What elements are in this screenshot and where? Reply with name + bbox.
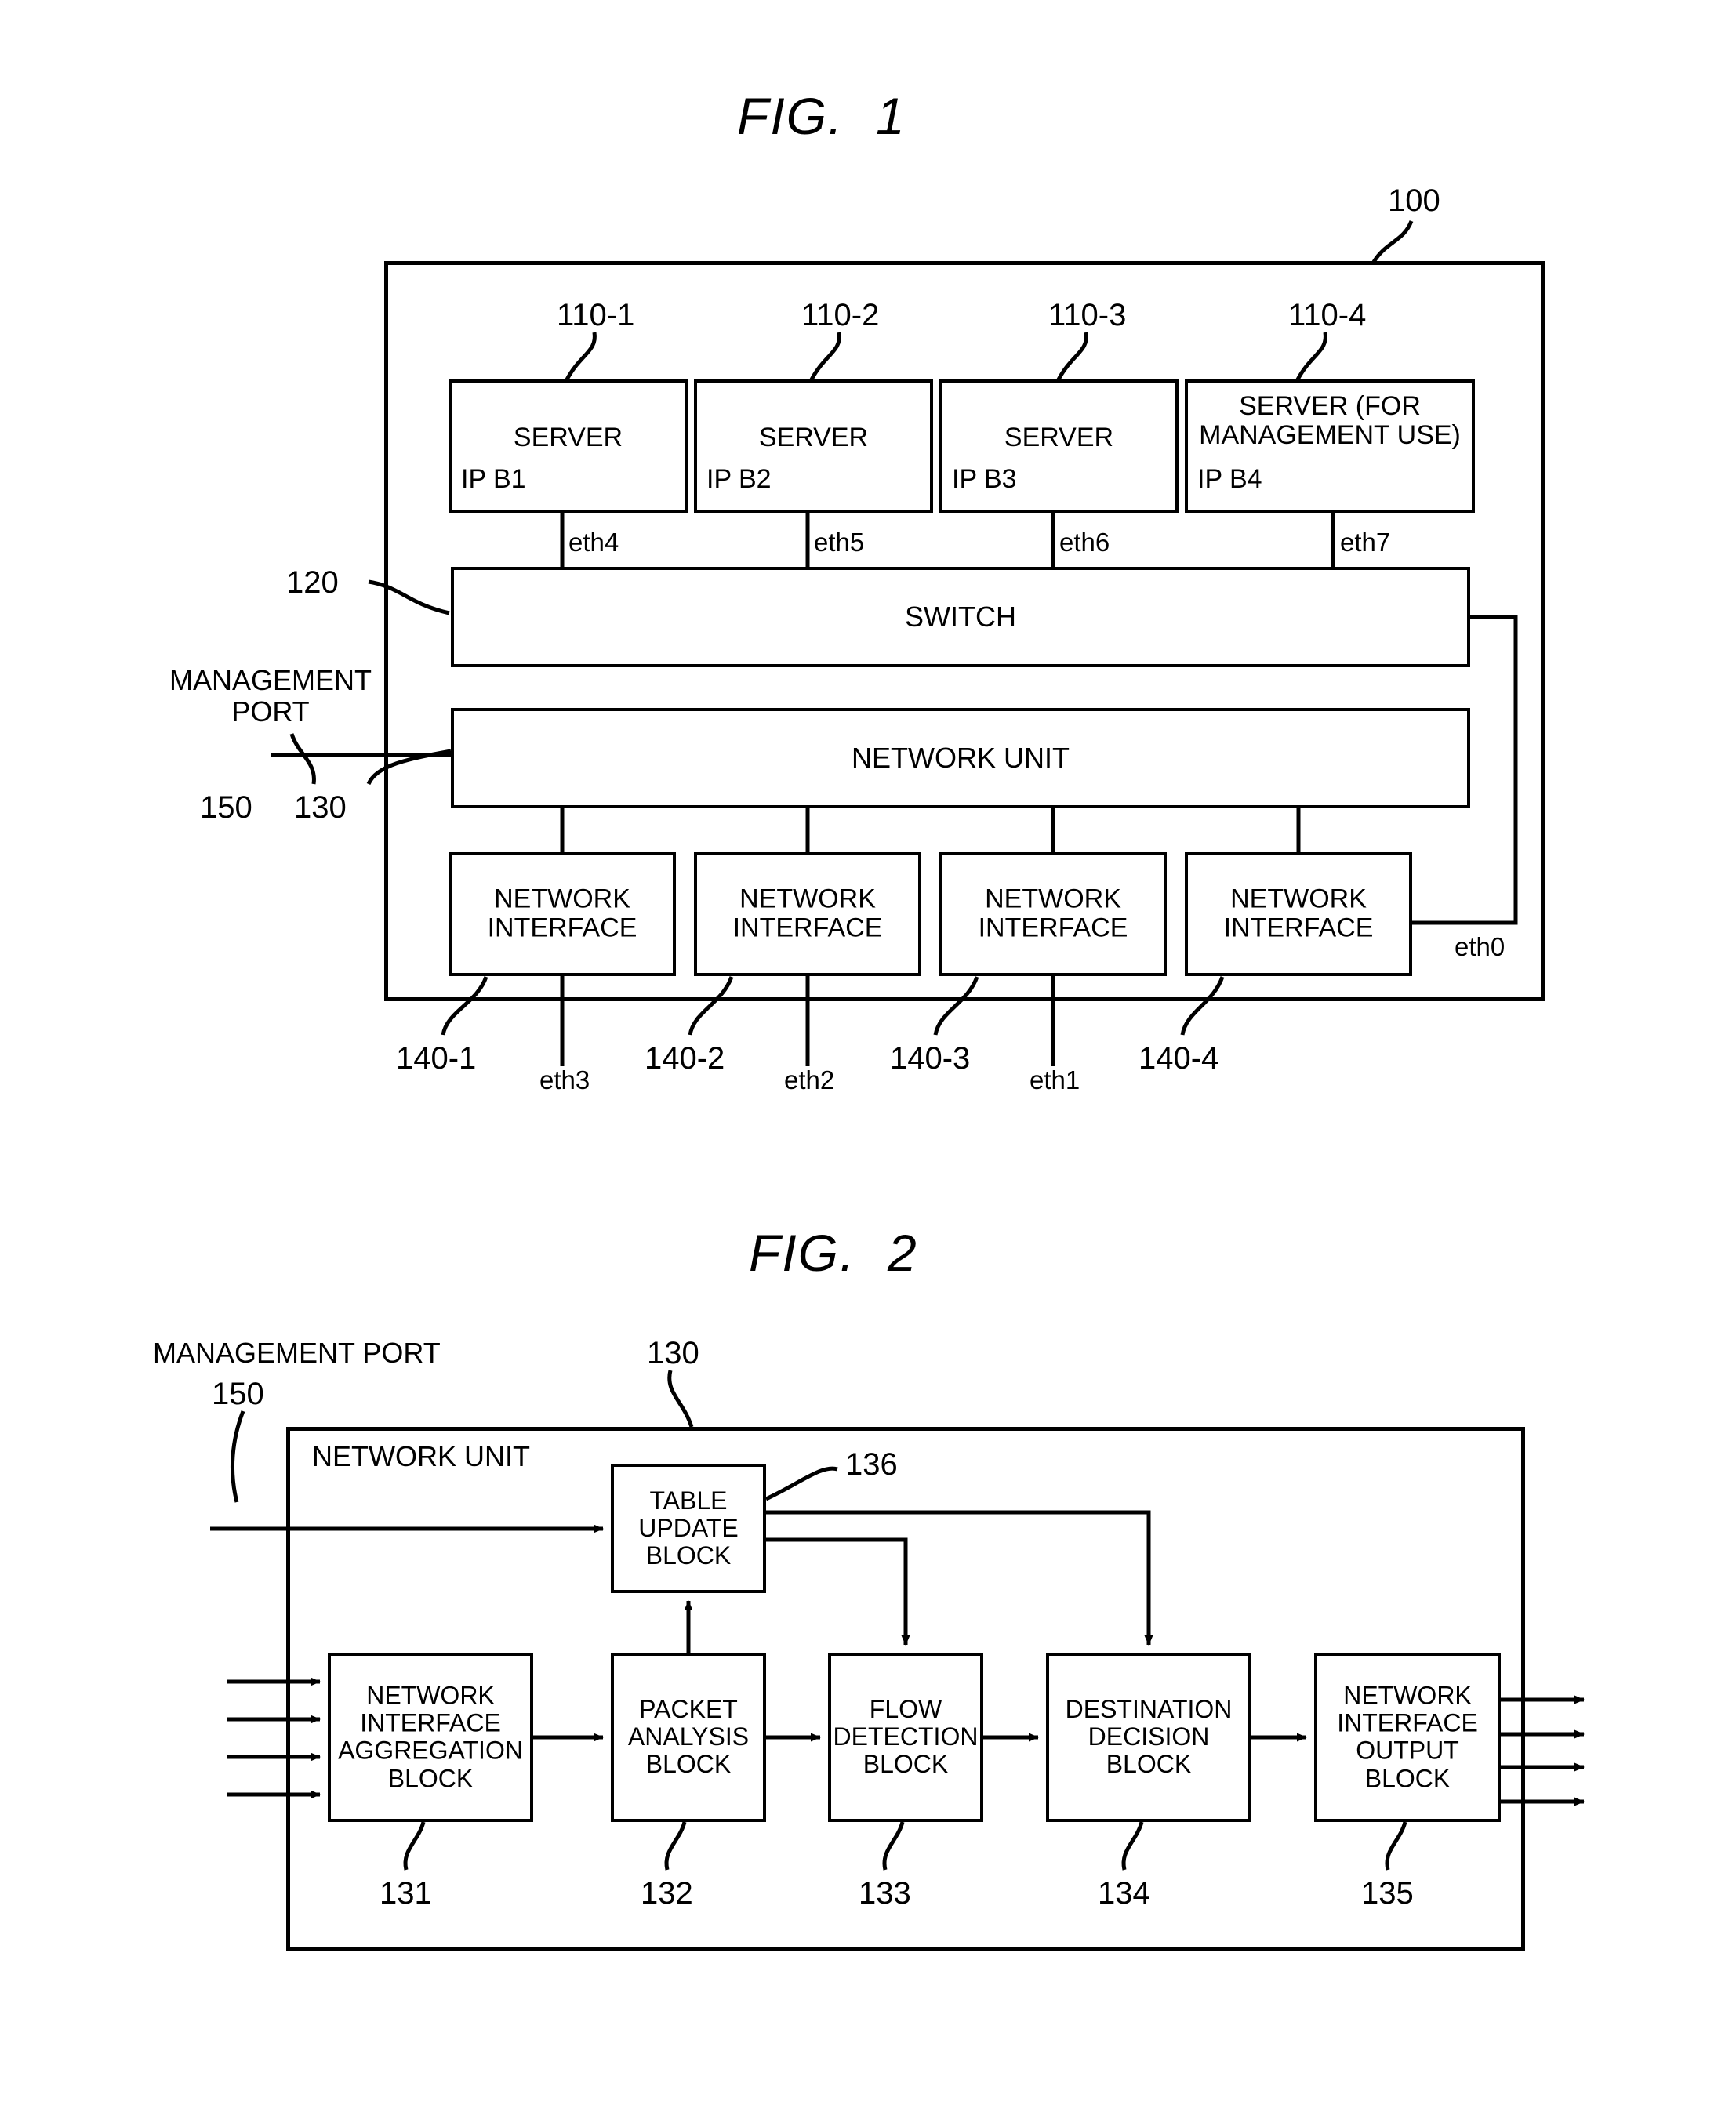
port-label-eth1: eth1 bbox=[1030, 1065, 1080, 1094]
network-interface-label-140-1: NETWORK INTERFACE bbox=[487, 884, 637, 943]
ref-120: 120 bbox=[286, 565, 339, 600]
ref-140-3: 140-3 bbox=[890, 1041, 971, 1076]
network-interface-box-140-1: NETWORK INTERFACE bbox=[449, 852, 676, 976]
leader-150-fig2 bbox=[230, 1410, 245, 1503]
server-box-110-2: SERVER IP B2 bbox=[694, 379, 933, 513]
management-port-label-fig1: MANAGEMENT PORT bbox=[169, 664, 372, 728]
ref-100: 100 bbox=[1388, 183, 1440, 218]
block-132-label: PACKET ANALYSIS BLOCK bbox=[627, 1695, 750, 1779]
server-name-110-1: SERVER bbox=[513, 423, 623, 452]
ref-150-fig1: 150 bbox=[200, 790, 252, 825]
table-update-block-136: TABLE UPDATE BLOCK bbox=[611, 1464, 766, 1593]
server-ip-110-1: IP B1 bbox=[461, 464, 526, 494]
server-name-110-3: SERVER bbox=[1004, 423, 1114, 452]
ref-136: 136 bbox=[845, 1447, 898, 1482]
network-unit-box-130: NETWORK UNIT bbox=[451, 708, 1470, 808]
ref-133: 133 bbox=[859, 1876, 911, 1911]
network-unit-label: NETWORK UNIT bbox=[852, 742, 1070, 775]
server-ip-110-2: IP B2 bbox=[706, 464, 772, 494]
block-133-label: FLOW DETECTION BLOCK bbox=[833, 1695, 979, 1779]
port-label-eth3: eth3 bbox=[539, 1065, 590, 1094]
port-label-eth4: eth4 bbox=[568, 528, 619, 557]
management-port-label-fig2: MANAGEMENT PORT bbox=[153, 1337, 441, 1369]
port-label-eth0: eth0 bbox=[1455, 932, 1505, 961]
block-133-flow-detection: FLOW DETECTION BLOCK bbox=[828, 1653, 983, 1822]
ref-110-3: 110-3 bbox=[1048, 298, 1127, 332]
leader-150-fig1 bbox=[289, 733, 316, 785]
ref-110-4: 110-4 bbox=[1288, 298, 1367, 332]
block-134-label: DESTINATION DECISION BLOCK bbox=[1065, 1695, 1233, 1779]
block-134-destination-decision: DESTINATION DECISION BLOCK bbox=[1046, 1653, 1251, 1822]
ref-134: 134 bbox=[1098, 1876, 1150, 1911]
network-interface-box-140-4: NETWORK INTERFACE bbox=[1185, 852, 1412, 976]
server-ip-110-4: IP B4 bbox=[1197, 464, 1262, 494]
port-label-eth6: eth6 bbox=[1059, 528, 1110, 557]
server-box-110-3: SERVER IP B3 bbox=[939, 379, 1179, 513]
ref-110-1: 110-1 bbox=[557, 298, 635, 332]
block-131-network-interface-aggregation: NETWORK INTERFACE AGGREGATION BLOCK bbox=[328, 1653, 533, 1822]
ref-150-fig2: 150 bbox=[212, 1377, 264, 1411]
ref-140-1: 140-1 bbox=[396, 1041, 477, 1076]
patent-figure-page: FIG. 1 100 110-1 110-2 110-3 110-4 SERVE… bbox=[0, 0, 1736, 2105]
block-135-network-interface-output: NETWORK INTERFACE OUTPUT BLOCK bbox=[1314, 1653, 1501, 1822]
table-update-block-label: TABLE UPDATE BLOCK bbox=[638, 1486, 739, 1570]
figure-1-title: FIG. 1 bbox=[737, 87, 906, 145]
port-label-eth2: eth2 bbox=[784, 1065, 835, 1094]
ref-140-2: 140-2 bbox=[645, 1041, 725, 1076]
port-label-eth7: eth7 bbox=[1340, 528, 1391, 557]
block-132-packet-analysis: PACKET ANALYSIS BLOCK bbox=[611, 1653, 766, 1822]
leader-130-fig2 bbox=[667, 1370, 694, 1428]
leader-100 bbox=[1371, 220, 1414, 263]
ref-132: 132 bbox=[641, 1876, 693, 1911]
switch-label: SWITCH bbox=[905, 601, 1016, 633]
server-name-110-2: SERVER bbox=[758, 423, 869, 452]
ref-110-2: 110-2 bbox=[801, 298, 880, 332]
switch-box-120: SWITCH bbox=[451, 567, 1470, 667]
server-name-110-4: SERVER (FOR MANAGEMENT USE) bbox=[1199, 391, 1461, 451]
ref-135: 135 bbox=[1361, 1876, 1414, 1911]
network-unit-title-fig2: NETWORK UNIT bbox=[312, 1440, 530, 1472]
ref-130-fig1: 130 bbox=[294, 790, 347, 825]
ref-130-fig2: 130 bbox=[647, 1336, 699, 1370]
network-interface-box-140-2: NETWORK INTERFACE bbox=[694, 852, 921, 976]
block-135-label: NETWORK INTERFACE OUTPUT BLOCK bbox=[1337, 1681, 1478, 1793]
ref-131: 131 bbox=[380, 1876, 432, 1911]
network-interface-label-140-4: NETWORK INTERFACE bbox=[1223, 884, 1374, 943]
server-box-110-4: SERVER (FOR MANAGEMENT USE) IP B4 bbox=[1185, 379, 1475, 513]
port-label-eth5: eth5 bbox=[814, 528, 865, 557]
network-interface-label-140-3: NETWORK INTERFACE bbox=[978, 884, 1128, 943]
ref-140-4: 140-4 bbox=[1139, 1041, 1219, 1076]
server-ip-110-3: IP B3 bbox=[952, 464, 1017, 494]
block-131-label: NETWORK INTERFACE AGGREGATION BLOCK bbox=[338, 1681, 523, 1793]
server-box-110-1: SERVER IP B1 bbox=[449, 379, 688, 513]
network-interface-label-140-2: NETWORK INTERFACE bbox=[732, 884, 883, 943]
network-interface-box-140-3: NETWORK INTERFACE bbox=[939, 852, 1167, 976]
figure-2-title: FIG. 2 bbox=[749, 1224, 918, 1282]
